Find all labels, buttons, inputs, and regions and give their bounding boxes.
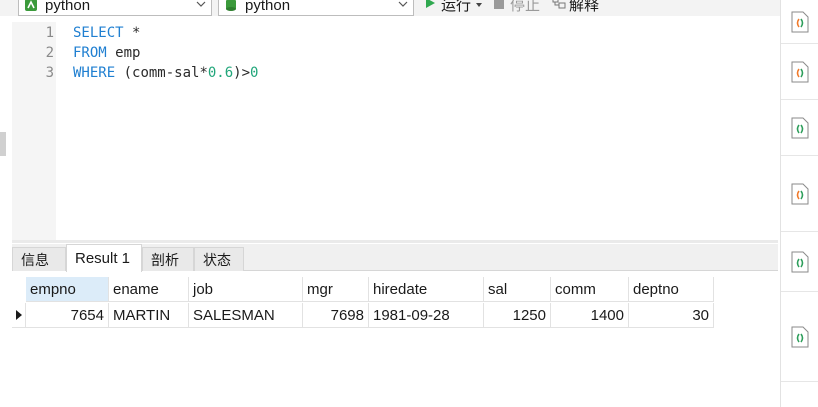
query-file-item[interactable] [781, 0, 818, 44]
sql-text: )> [233, 65, 251, 81]
connection-icon [23, 0, 39, 13]
sql-file-icon [791, 183, 809, 204]
database-select[interactable]: python [218, 0, 414, 16]
sql-file-icon [791, 251, 809, 272]
column-header-deptno[interactable]: deptno [629, 277, 714, 302]
run-label: 运行 [441, 0, 472, 14]
chevron-down-icon [397, 0, 409, 9]
column-header-hiredate[interactable]: hiredate [369, 277, 484, 302]
sql-keyword: FROM [73, 45, 107, 61]
sql-keyword: SELECT [73, 25, 124, 41]
query-file-item[interactable] [781, 100, 818, 156]
code-line: FROM emp [73, 45, 140, 61]
tab-label: 状态 [203, 251, 231, 268]
code-line: WHERE (comm-sal*0.6)>0 [73, 65, 258, 81]
app-window: python python 运行 停止 解释 1 2 3 SELECT * FR… [0, 0, 818, 407]
chevron-down-icon [195, 0, 207, 9]
results-grid[interactable]: empno ename job mgr hiredate sal comm de… [12, 275, 778, 407]
line-number: 2 [45, 45, 54, 61]
caret-down-icon [475, 0, 483, 13]
stop-label: 停止 [510, 0, 541, 14]
column-header-job[interactable]: job [189, 277, 303, 302]
query-file-item[interactable] [781, 156, 818, 232]
table-cell[interactable]: 1400 [551, 303, 629, 328]
tab-result-1[interactable]: Result 1 [66, 244, 142, 272]
result-tabs: 信息 Result 1 剖析 状态 [12, 244, 778, 272]
explain-label: 解释 [569, 0, 600, 14]
sql-keyword: WHERE [73, 65, 116, 81]
tab-label: 信息 [21, 251, 49, 268]
line-number: 1 [45, 25, 54, 41]
query-file-panel [780, 0, 818, 407]
table-cell[interactable]: MARTIN [109, 303, 189, 328]
query-toolbar: python python 运行 停止 解释 [0, 0, 780, 16]
tab-label: Result 1 [75, 250, 131, 267]
table-cell[interactable]: 7654 [26, 303, 109, 328]
connection-select[interactable]: python [18, 0, 212, 16]
database-select-value: python [245, 0, 291, 14]
tab-info[interactable]: 信息 [12, 247, 66, 271]
play-icon [424, 0, 436, 13]
query-file-item[interactable] [781, 44, 818, 100]
sql-text: emp [106, 45, 141, 61]
table-cell[interactable]: 7698 [303, 303, 369, 328]
left-resize-handle[interactable] [0, 132, 6, 156]
column-header-mgr[interactable]: mgr [303, 277, 369, 302]
query-file-item[interactable] [781, 232, 818, 292]
explain-icon [552, 0, 566, 13]
explain-button[interactable]: 解释 [552, 0, 600, 14]
query-file-item[interactable] [781, 292, 818, 382]
code-line: SELECT * [73, 25, 140, 41]
tab-label: 剖析 [151, 251, 179, 268]
sql-file-icon [791, 326, 809, 347]
current-row-marker [12, 303, 26, 328]
tab-status[interactable]: 状态 [194, 247, 244, 271]
sql-file-icon [791, 117, 809, 138]
stop-icon [494, 0, 504, 13]
column-header-sal[interactable]: sal [484, 277, 551, 302]
line-number: 3 [45, 65, 54, 81]
sql-editor[interactable]: 1 2 3 SELECT * FROM emp WHERE (comm-sal*… [12, 22, 778, 240]
table-cell[interactable]: 1981-09-28 [369, 303, 484, 328]
sql-number: 0 [250, 65, 259, 81]
sql-text: * [123, 25, 141, 41]
column-header-empno[interactable]: empno [26, 277, 109, 302]
database-icon [223, 0, 239, 13]
column-header-comm[interactable]: comm [551, 277, 629, 302]
stop-button[interactable]: 停止 [494, 0, 541, 14]
table-cell[interactable]: 30 [629, 303, 714, 328]
editor-results-splitter[interactable] [12, 240, 778, 243]
table-cell[interactable]: SALESMAN [189, 303, 303, 328]
sql-file-icon [791, 11, 809, 32]
sql-number: 0.6 [207, 65, 234, 81]
table-cell[interactable]: 1250 [484, 303, 551, 328]
sql-file-icon [791, 61, 809, 82]
column-header-ename[interactable]: ename [109, 277, 189, 302]
sql-text: (comm-sal* [115, 65, 208, 81]
run-button[interactable]: 运行 [424, 0, 483, 14]
tab-profile[interactable]: 剖析 [142, 247, 194, 271]
connection-select-value: python [45, 0, 91, 14]
